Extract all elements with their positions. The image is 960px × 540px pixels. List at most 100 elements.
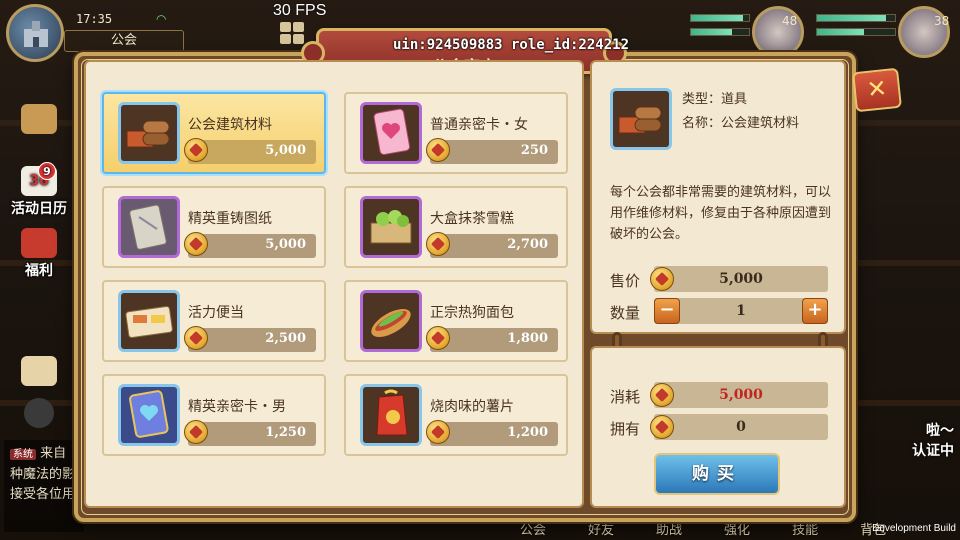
bubble-text: 啦～ [926,423,954,439]
chat-box[interactable]: 系统 来自 种魔法的影 接受各位用 [4,440,84,532]
spend-label: 消耗 [610,388,641,406]
player2-hp-bar [816,14,896,22]
player2-mp-bar [816,28,896,36]
minus-button[interactable]: − [654,298,680,324]
item-description: 每个公会都非常需要的建筑材料，可以用作维修材料，修复由于各种原因遭到破坏的公会。 [610,185,832,242]
chat-line-2: 种魔法的影 [10,467,76,482]
shop-item-card[interactable]: 精英亲密卡・男 1,250 [102,374,326,456]
certify-label[interactable]: 认证中 [912,440,954,460]
shop-item-card[interactable]: 大盒抹茶雪糕 2,700 [344,186,568,268]
item-price-bar: 2,500 [184,326,316,352]
item-name: 活力便当 [188,305,244,321]
shop-item-card[interactable]: 公会建筑材料 5,000 [102,92,326,174]
guild-avatar[interactable] [6,4,64,62]
player-card-1[interactable]: 48 [690,6,810,58]
item-name: 正宗热狗面包 [430,305,514,321]
side-menu-button[interactable] [4,104,74,158]
shop-item-card[interactable]: 烧肉味的薯片 1,200 [344,374,568,456]
calendar-badge: 9 [38,162,56,180]
item-price: 2,500 [265,331,306,346]
bento-box-icon [118,290,180,352]
item-grid-panel: 公会建筑材料 5,000 普通亲密卡・女 250 精英重铸图纸 5,000 大盒… [84,60,584,508]
item-price: 2,700 [507,237,548,252]
player1-level: 48 [782,14,798,28]
player1-hp-bar [690,14,750,22]
lumber-bricks-icon [610,88,672,150]
price-value-bar: 5,000 [650,266,828,292]
quantity-value[interactable]: 1 [736,303,746,319]
chips-bag-icon [360,384,422,446]
buy-button[interactable]: 购买 [654,453,780,495]
item-name: 普通亲密卡・女 [430,117,528,133]
item-price: 250 [520,143,548,158]
spend-value-bar: 5,000 [650,382,828,408]
item-price-bar: 5,000 [184,232,316,258]
shop-item-card[interactable]: 正宗热狗面包 1,800 [344,280,568,362]
gift-icon [21,228,57,258]
guild-coin-icon [426,232,450,256]
item-price-bar: 250 [426,138,558,164]
matcha-box-icon [360,196,422,258]
guild-coin-icon [184,420,208,444]
welfare-button[interactable]: 福利 [4,228,74,282]
price-value: 5,000 [719,271,763,287]
guild-coin-icon [650,383,674,407]
item-price-bar: 5,000 [184,138,316,164]
close-icon: ✕ [865,74,889,104]
blueprint-scroll-icon [118,196,180,258]
shop-item-card[interactable]: 活力便当 2,500 [102,280,326,362]
calendar-label: 活动日历 [11,201,67,217]
shop-item-card[interactable]: 精英重铸图纸 5,000 [102,186,326,268]
dev-build-label: Development Build [872,523,956,534]
player-card-2[interactable]: 38 [810,6,956,58]
guild-coin-icon [426,420,450,444]
player2-level: 38 [934,14,950,28]
welfare-label: 福利 [25,263,53,279]
grid-menu-icon[interactable] [280,22,306,46]
guild-coin-icon [426,138,450,162]
item-name: 精英亲密卡・男 [188,399,286,415]
hotdog-icon [360,290,422,352]
player1-mp-bar [690,28,750,36]
guild-coin-icon [184,326,208,350]
spend-value: 5,000 [719,387,763,403]
price-label: 售价 [610,272,641,290]
speech-bubble-icon [24,398,54,428]
item-price: 1,250 [265,425,306,440]
own-value-bar: 0 [650,414,828,440]
close-button[interactable]: ✕ [852,67,902,113]
shop-item-card[interactable]: 普通亲密卡・女 250 [344,92,568,174]
guild-coin-icon [184,138,208,162]
item-price: 5,000 [265,143,306,158]
own-label: 拥有 [610,420,641,438]
pink-heart-card-icon [360,102,422,164]
activity-calendar-button[interactable]: 36 9 活动日历 [4,162,74,220]
castle-icon [24,21,48,47]
guild-coin-icon [650,415,674,439]
guild-coin-icon [184,232,208,256]
debug-ids: uin:924509883 role_id:224212 [393,37,630,53]
item-price-bar: 2,700 [426,232,558,258]
item-name: 烧肉味的薯片 [430,399,514,415]
chat-line-3: 接受各位用 [10,487,76,502]
item-price: 5,000 [265,237,306,252]
guild-coin-icon [650,267,674,291]
blue-heart-card-icon [118,384,180,446]
lumber-bricks-icon [118,102,180,164]
item-detail-panel: 类型：道具 名称：公会建筑材料 每个公会都非常需要的建筑材料，可以用作维修材料，… [590,60,846,334]
clock-time: 17:35 [76,12,113,26]
item-price-bar: 1,250 [184,420,316,446]
chat-system-tag: 系统 [10,449,36,460]
item-price-bar: 1,200 [426,420,558,446]
item-name: 公会建筑材料 [188,117,272,133]
item-name: 大盒抹茶雪糕 [430,211,514,227]
own-value: 0 [736,419,746,435]
wifi-icon: ◠ [156,12,167,26]
item-name-detail: 名称：公会建筑材料 [682,116,800,131]
quantity-label: 数量 [610,304,641,322]
item-price: 1,800 [507,331,548,346]
plus-button[interactable]: + [802,298,828,324]
item-price: 1,200 [507,425,548,440]
guild-name-tab[interactable]: 公会 [64,30,184,52]
item-type: 类型：道具 [682,92,748,107]
